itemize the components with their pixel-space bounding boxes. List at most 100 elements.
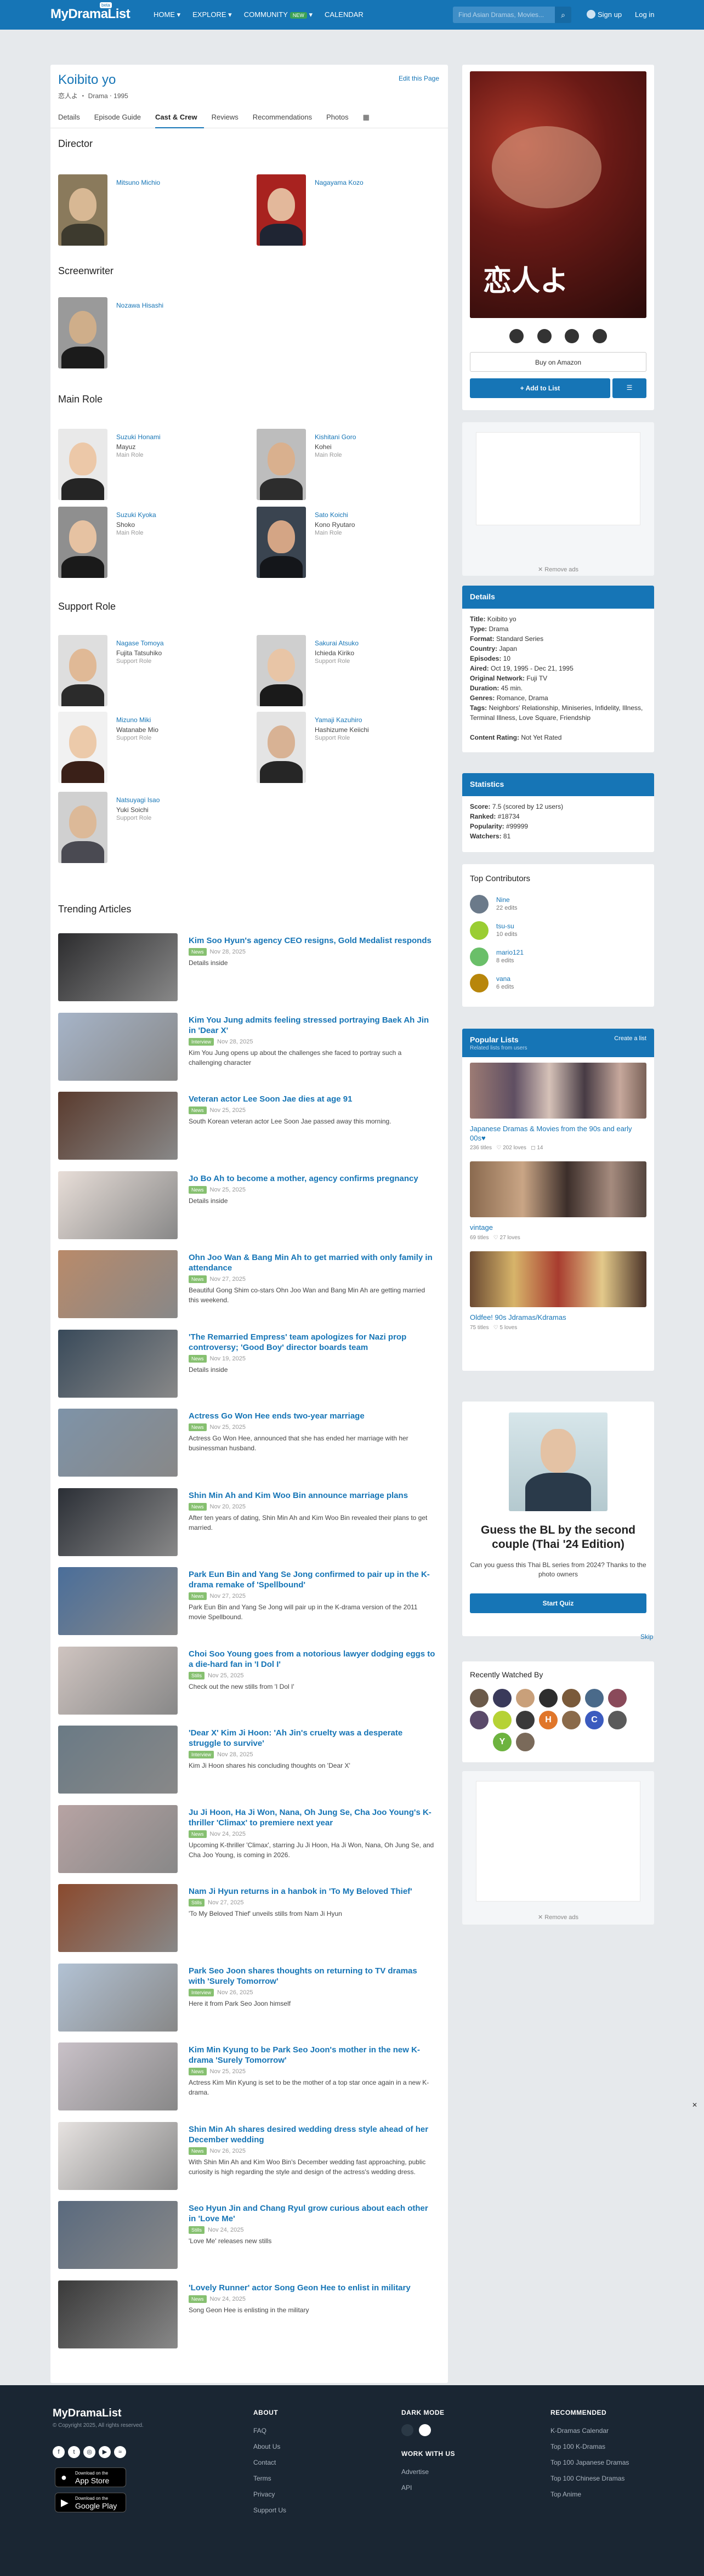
article-item[interactable]: Park Eun Bin and Yang Se Jong confirmed …	[58, 1567, 442, 1638]
search-input[interactable]: Find Asian Dramas, Movies...	[453, 7, 563, 23]
person-name[interactable]: Sato Koichi	[315, 511, 348, 519]
app-store-button[interactable]: ● Download on the App Store	[55, 2467, 126, 2487]
list-title[interactable]: vintage	[470, 1223, 645, 1232]
cast-card[interactable]: Nagase Tomoya Fujita Tatsuhiko Support R…	[50, 635, 215, 706]
article-item[interactable]: Shin Min Ah shares desired wedding dress…	[58, 2121, 442, 2193]
article-thumbnail[interactable]	[58, 933, 178, 1001]
footer-link[interactable]: API	[401, 2480, 455, 2496]
user-avatar[interactable]	[562, 1711, 581, 1729]
skip-quiz-link[interactable]: Skip	[640, 1633, 653, 1641]
user-avatar[interactable]	[539, 1689, 558, 1707]
tab-cast-crew[interactable]: Cast & Crew	[155, 106, 204, 128]
article-thumbnail[interactable]	[58, 1012, 178, 1081]
footer-link[interactable]: FAQ	[253, 2423, 286, 2439]
tab-photos[interactable]: Photos	[326, 106, 355, 128]
tab-details[interactable]: Details	[58, 106, 87, 128]
person-name[interactable]: Kishitani Goro	[315, 433, 356, 441]
article-item[interactable]: Shin Min Ah and Kim Woo Bin announce mar…	[58, 1488, 442, 1559]
article-item[interactable]: Veteran actor Lee Soon Jae dies at age 9…	[58, 1092, 442, 1163]
footer-link[interactable]: Top 100 K-Dramas	[550, 2439, 629, 2455]
tab-episode-guide[interactable]: Episode Guide	[94, 106, 147, 128]
footer-link[interactable]: Contact	[253, 2455, 286, 2471]
article-title[interactable]: Kim Soo Hyun's agency CEO resigns, Gold …	[189, 935, 435, 946]
person-name[interactable]: Mizuno Miki	[116, 716, 151, 724]
person-name[interactable]: Sakurai Atsuko	[315, 639, 359, 647]
twitter-icon[interactable]: t	[68, 2446, 80, 2458]
search-button[interactable]: ⌕	[555, 7, 571, 23]
avatar[interactable]	[470, 895, 489, 913]
contributor-item[interactable]: tsu-su 10 edits	[470, 919, 645, 941]
facebook-icon[interactable]	[509, 329, 524, 343]
article-thumbnail[interactable]	[58, 1409, 178, 1477]
contributor-name[interactable]: vana	[496, 975, 510, 983]
list-menu-button[interactable]: ☰	[612, 378, 646, 398]
user-avatar[interactable]	[585, 1689, 604, 1707]
login-link[interactable]: Log in	[635, 10, 654, 19]
user-avatar[interactable]	[516, 1711, 535, 1729]
tab-recommendations[interactable]: Recommendations	[253, 106, 319, 128]
article-title[interactable]: Nam Ji Hyun returns in a hanbok in 'To M…	[189, 1886, 435, 1897]
instagram-icon[interactable]: ◎	[83, 2446, 95, 2458]
avatar[interactable]	[470, 947, 489, 966]
contributor-name[interactable]: Nine	[496, 896, 510, 904]
footer-link[interactable]: Top 100 Japanese Dramas	[550, 2455, 629, 2471]
article-thumbnail[interactable]	[58, 2121, 178, 2190]
user-avatar[interactable]	[516, 1689, 535, 1707]
cast-card[interactable]: Yamaji Kazuhiro Hashizume Keiichi Suppor…	[249, 712, 413, 783]
article-thumbnail[interactable]	[58, 1963, 178, 2032]
article-item[interactable]: Ju Ji Hoon, Ha Ji Won, Nana, Oh Jung Se,…	[58, 1805, 442, 1876]
article-thumbnail[interactable]	[58, 1726, 178, 1794]
google-play-button[interactable]: ▶ Download on the Google Play	[55, 2493, 126, 2512]
user-avatar[interactable]	[493, 1689, 512, 1707]
nav-calendar[interactable]: CALENDAR	[325, 10, 364, 19]
tab-more-icon[interactable]: ▦	[363, 106, 376, 128]
article-title[interactable]: Ju Ji Hoon, Ha Ji Won, Nana, Oh Jung Se,…	[189, 1807, 435, 1828]
footer-link[interactable]: K-Dramas Calendar	[550, 2423, 629, 2439]
remove-ads-link[interactable]: ✕ Remove ads	[462, 566, 654, 573]
article-title[interactable]: Seo Hyun Jin and Chang Ryul grow curious…	[189, 2203, 435, 2224]
user-avatar[interactable]: C	[585, 1711, 604, 1729]
moon-icon[interactable]	[401, 2424, 413, 2436]
article-thumbnail[interactable]	[58, 1567, 178, 1635]
person-name[interactable]: Nagayama Kozo	[315, 179, 364, 186]
footer-link[interactable]: Advertise	[401, 2464, 455, 2480]
user-avatar[interactable]	[516, 1733, 535, 1751]
sun-icon[interactable]	[419, 2424, 431, 2436]
cast-card[interactable]: Sakurai Atsuko Ichieda Kiriko Support Ro…	[249, 635, 413, 706]
tab-reviews[interactable]: Reviews	[212, 106, 245, 128]
rss-icon[interactable]: ≈	[114, 2446, 126, 2458]
article-item[interactable]: Actress Go Won Hee ends two-year marriag…	[58, 1409, 442, 1480]
article-thumbnail[interactable]	[58, 1092, 178, 1160]
article-thumbnail[interactable]	[58, 1884, 178, 1952]
article-thumbnail[interactable]	[58, 2042, 178, 2110]
user-avatar[interactable]	[470, 1711, 489, 1729]
quiz-image[interactable]	[509, 1412, 608, 1511]
quiz-title[interactable]: Guess the BL by the second couple (Thai …	[470, 1523, 646, 1552]
article-thumbnail[interactable]	[58, 1488, 178, 1556]
buy-amazon-button[interactable]: Buy on Amazon	[470, 352, 646, 372]
article-title[interactable]: Veteran actor Lee Soon Jae dies at age 9…	[189, 1094, 435, 1104]
footer-logo[interactable]: MyDramaList	[53, 2407, 122, 2420]
avatar[interactable]	[470, 921, 489, 940]
article-title[interactable]: Jo Bo Ah to become a mother, agency conf…	[189, 1173, 435, 1184]
article-item[interactable]: Jo Bo Ah to become a mother, agency conf…	[58, 1171, 442, 1242]
person-name[interactable]: Suzuki Honami	[116, 433, 161, 441]
article-title[interactable]: Park Seo Joon shares thoughts on returni…	[189, 1966, 435, 1987]
footer-link[interactable]: Top Anime	[550, 2487, 629, 2503]
user-avatar[interactable]: H	[539, 1711, 558, 1729]
avatar[interactable]	[470, 974, 489, 992]
pinterest-icon[interactable]	[592, 329, 607, 343]
screenwriter-card[interactable]: Nozawa Hisashi	[50, 297, 215, 368]
article-item[interactable]: Kim You Jung admits feeling stressed por…	[58, 1012, 442, 1084]
start-quiz-button[interactable]: Start Quiz	[470, 1593, 646, 1613]
article-item[interactable]: Ohn Joo Wan & Bang Min Ah to get married…	[58, 1250, 442, 1321]
article-thumbnail[interactable]	[58, 1171, 178, 1239]
contributor-name[interactable]: mario121	[496, 949, 524, 956]
article-item[interactable]: Nam Ji Hyun returns in a hanbok in 'To M…	[58, 1884, 442, 1955]
article-title[interactable]: Ohn Joo Wan & Bang Min Ah to get married…	[189, 1252, 435, 1273]
article-thumbnail[interactable]	[58, 1646, 178, 1715]
person-name[interactable]: Suzuki Kyoka	[116, 511, 156, 519]
article-title[interactable]: Shin Min Ah shares desired wedding dress…	[189, 2124, 435, 2145]
article-thumbnail[interactable]	[58, 2201, 178, 2269]
poster-image[interactable]: 恋人よ	[470, 71, 646, 318]
